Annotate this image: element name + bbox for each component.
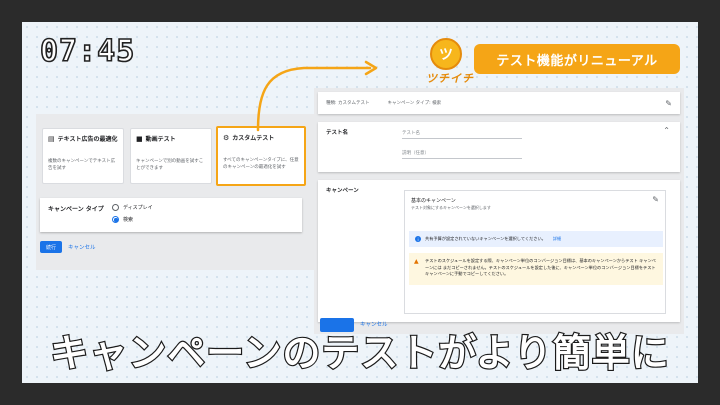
info-link[interactable]: 詳細 (553, 236, 561, 242)
base-campaign-title: 基本のキャンペーン (411, 198, 456, 204)
card-title: 動画テスト (145, 136, 176, 143)
logo-text: ツチイチ (426, 72, 474, 85)
test-name-input[interactable]: テスト名 (402, 130, 522, 139)
campaign-type-label: キャンペーン タイプ (48, 206, 104, 213)
test-name-label: テスト名 (326, 130, 349, 136)
radio-icon[interactable] (112, 204, 119, 211)
caption-text: キャンペーンのテストがより簡単に (49, 330, 670, 376)
campaign-label: キャンペーン (326, 188, 359, 194)
campaign-type-box: キャンペーン タイプ ディスプレイ 検索 (40, 198, 302, 232)
custom-test-panel: 種類: カスタムテスト キャンペーン タイプ: 検索 ✎ テスト名 テスト名 説… (314, 88, 684, 334)
header-type: 種類: カスタムテスト (326, 101, 370, 106)
option-card-custom[interactable]: ⚙ カスタムテスト すべてのキャンペーンタイプに、任意のキャンペーンの最適化を試… (216, 126, 306, 186)
option-card-text-ad[interactable]: ▤ テキスト広告の最適化 複数のキャンペーンでテキスト広告を試す (42, 128, 124, 184)
logo-face-icon: ツ (430, 38, 462, 70)
card-desc: 複数のキャンペーンでテキスト広告を試す (48, 159, 116, 171)
warning-notice: ▲ テストのスケジュールを設定する際、キャンペーン単位のコンバージョン目標は、基… (409, 253, 663, 285)
radio-label: ディスプレイ (123, 205, 153, 211)
headline-banner: テスト機能がリニューアル (474, 44, 680, 74)
channel-logo: ツ ツチイチ (426, 36, 476, 88)
clock-display: 07:45 (39, 33, 136, 70)
test-type-panel: ▤ テキスト広告の最適化 複数のキャンペーンでテキスト広告を試す ■ 動画テスト… (36, 114, 328, 270)
text-ad-icon: ▤ (48, 134, 55, 143)
continue-button[interactable]: 続行 (40, 241, 62, 253)
screenshot-frame: 07:45 ツ ツチイチ テスト機能がリニューアル ▤ テキスト広告の最適化 複… (22, 22, 698, 383)
info-text: 共有予算が設定されていないキャンペーンを選択してください。 (425, 236, 546, 241)
header-campaign-type: キャンペーン タイプ: 検索 (387, 101, 442, 106)
campaign-section: キャンペーン 基本のキャンペーン テスト対象にするキャンペーンを選択します ✎ … (318, 180, 680, 322)
test-name-section: テスト名 テスト名 説明（任意） ⌃ (318, 122, 680, 172)
gear-icon: ⚙ (223, 133, 230, 142)
pencil-icon[interactable]: ✎ (665, 99, 672, 108)
pencil-icon[interactable]: ✎ (652, 195, 659, 204)
video-icon: ■ (136, 134, 143, 143)
warning-icon: ▲ (414, 258, 419, 265)
test-summary-header: 種類: カスタムテスト キャンペーン タイプ: 検索 ✎ (318, 92, 680, 114)
card-desc: すべてのキャンペーンタイプに、任意のキャンペーンの最適化を試す (223, 158, 299, 170)
radio-search[interactable]: 検索 (112, 216, 133, 223)
radio-label: 検索 (123, 217, 134, 223)
option-card-video[interactable]: ■ 動画テスト キャンペーンで別の動画を試すことができます (130, 128, 212, 184)
cancel-link[interactable]: キャンセル (68, 243, 96, 251)
card-desc: キャンペーンで別の動画を試すことができます (136, 159, 204, 171)
radio-checked-icon[interactable] (112, 216, 119, 223)
chevron-up-icon[interactable]: ⌃ (663, 126, 670, 135)
base-campaign-sub: テスト対象にするキャンペーンを選択します (411, 205, 491, 210)
warning-text: テストのスケジュールを設定する際、キャンペーン単位のコンバージョン目標は、基本の… (425, 258, 656, 277)
card-title: カスタムテスト (232, 135, 275, 142)
info-notice: i 共有予算が設定されていないキャンペーンを選択してください。 詳細 (409, 231, 663, 247)
card-title: テキスト広告の最適化 (57, 136, 118, 143)
description-input[interactable]: 説明（任意） (402, 150, 522, 159)
radio-display[interactable]: ディスプレイ (112, 204, 153, 211)
info-icon: i (415, 236, 421, 242)
base-campaign-card: 基本のキャンペーン テスト対象にするキャンペーンを選択します ✎ i 共有予算が… (404, 190, 666, 314)
